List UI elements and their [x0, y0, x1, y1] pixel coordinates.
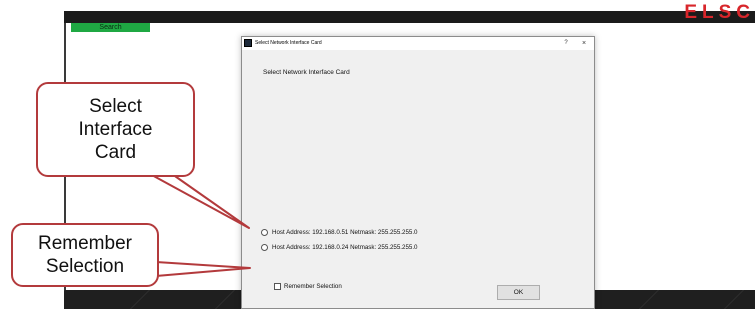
callout-select-interface-card: Select Interface Card [36, 82, 195, 177]
callout-remember-pointer [155, 261, 251, 277]
callout-remember-selection: Remember Selection [11, 223, 159, 287]
callout-text: Remember [38, 233, 132, 254]
callout-text: Select [89, 96, 142, 117]
callout-card-pointer [149, 173, 250, 229]
callout-text: Selection [45, 256, 125, 277]
callout-text: Interface [78, 119, 153, 140]
callout-text: Card [94, 142, 137, 163]
